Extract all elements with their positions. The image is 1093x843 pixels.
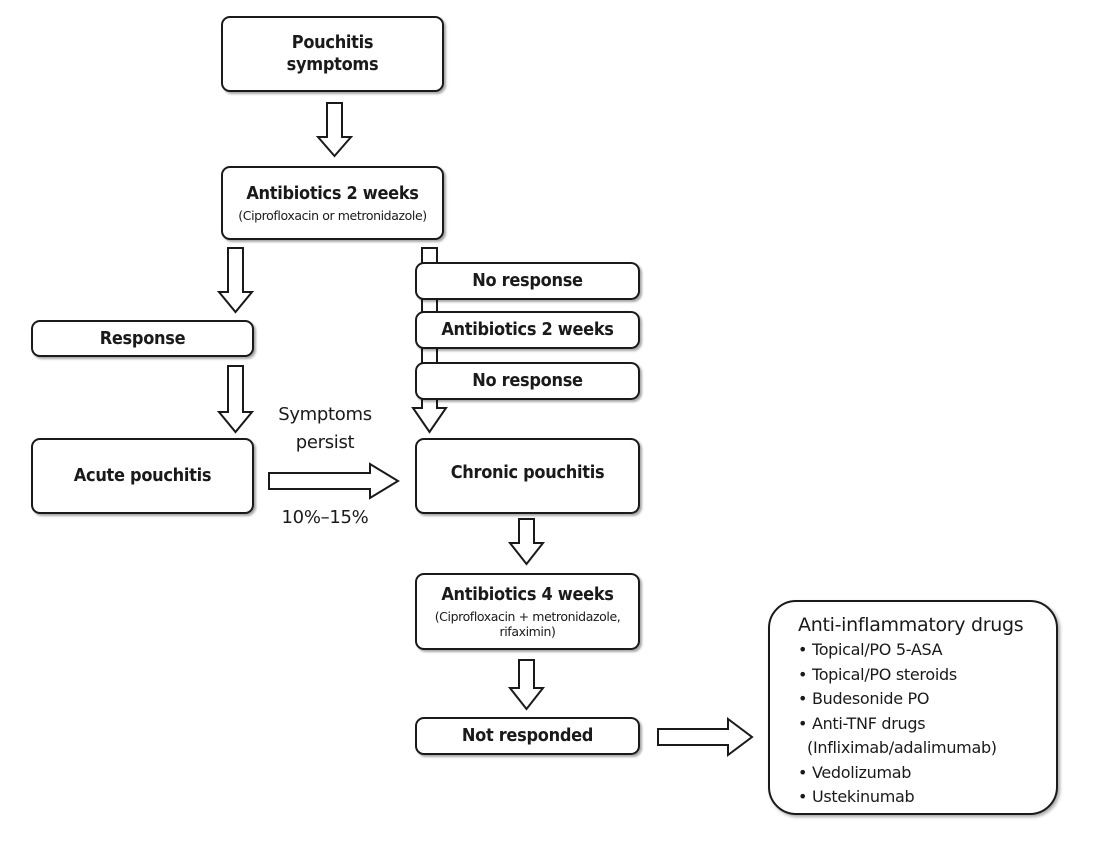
node-title: Anti-inflammatory drugs <box>798 614 1024 636</box>
node-acute-pouchitis: Acute pouchitis <box>31 438 254 514</box>
label-line: persist <box>295 432 355 453</box>
arrow-symptoms-to-antibiotics <box>315 102 354 158</box>
node-antibiotics-2-weeks-b: Antibiotics 2 weeks <box>415 311 640 349</box>
node-label: No response <box>472 370 583 391</box>
node-no-response-1: No response <box>415 262 640 300</box>
drug-item: • Vedolizumab <box>798 762 912 782</box>
node-subtitle: rifaximin) <box>499 624 556 639</box>
node-chronic-pouchitis: Chronic pouchitis <box>415 438 640 514</box>
arrow-antibiotics-to-response <box>216 247 255 314</box>
drug-item: • Budesonide PO <box>798 689 930 708</box>
arrow-not-responded-to-drugs <box>657 717 754 757</box>
label-symptoms-persist: Symptoms persist <box>265 401 385 457</box>
node-label: Antibiotics 2 weeks <box>441 319 614 340</box>
label-line: Symptoms <box>278 404 372 425</box>
drug-item: • Anti-TNF drugs <box>798 713 926 733</box>
drug-item: • Topical/PO steroids <box>798 664 957 684</box>
node-subtitle: (Ciprofloxacin + metronidazole, <box>434 609 621 624</box>
drug-item-continuation: (Infliximab/adalimumab) <box>807 738 997 757</box>
node-anti-inflammatory-drugs: Anti-inflammatory drugs • Topical/PO 5-A… <box>768 600 1058 815</box>
node-response: Response <box>31 320 254 357</box>
node-label: Not responded <box>461 725 594 746</box>
node-antibiotics-2-weeks: Antibiotics 2 weeks (Ciprofloxacin or me… <box>221 166 444 240</box>
node-label: Acute pouchitis <box>73 465 212 486</box>
node-subtitle: (Ciprofloxacin or metronidazole) <box>238 208 427 223</box>
node-label: Pouchitis <box>291 32 374 53</box>
label-rate: 10%–15% <box>281 507 369 528</box>
arrow-response-to-acute <box>216 365 255 434</box>
node-label: No response <box>472 270 583 291</box>
node-not-responded: Not responded <box>415 717 640 755</box>
node-no-response-2: No response <box>415 362 640 400</box>
node-label: Chronic pouchitis <box>450 462 605 483</box>
node-label: symptoms <box>286 54 379 75</box>
node-label: Response <box>99 327 186 349</box>
arrow-acute-to-chronic <box>268 462 400 500</box>
arrow-chronic-to-antibiotics-4w <box>507 518 546 566</box>
arrow-antibiotics-4w-to-not-responded <box>507 659 546 711</box>
node-title: Antibiotics 2 weeks <box>246 183 419 204</box>
node-antibiotics-4-weeks: Antibiotics 4 weeks (Ciprofloxacin + met… <box>415 573 640 650</box>
node-pouchitis-symptoms: Pouchitis symptoms <box>221 16 444 92</box>
node-title: Antibiotics 4 weeks <box>441 584 614 605</box>
drug-item: • Topical/PO 5-ASA <box>798 640 943 659</box>
drug-item: • Ustekinumab <box>798 787 915 806</box>
